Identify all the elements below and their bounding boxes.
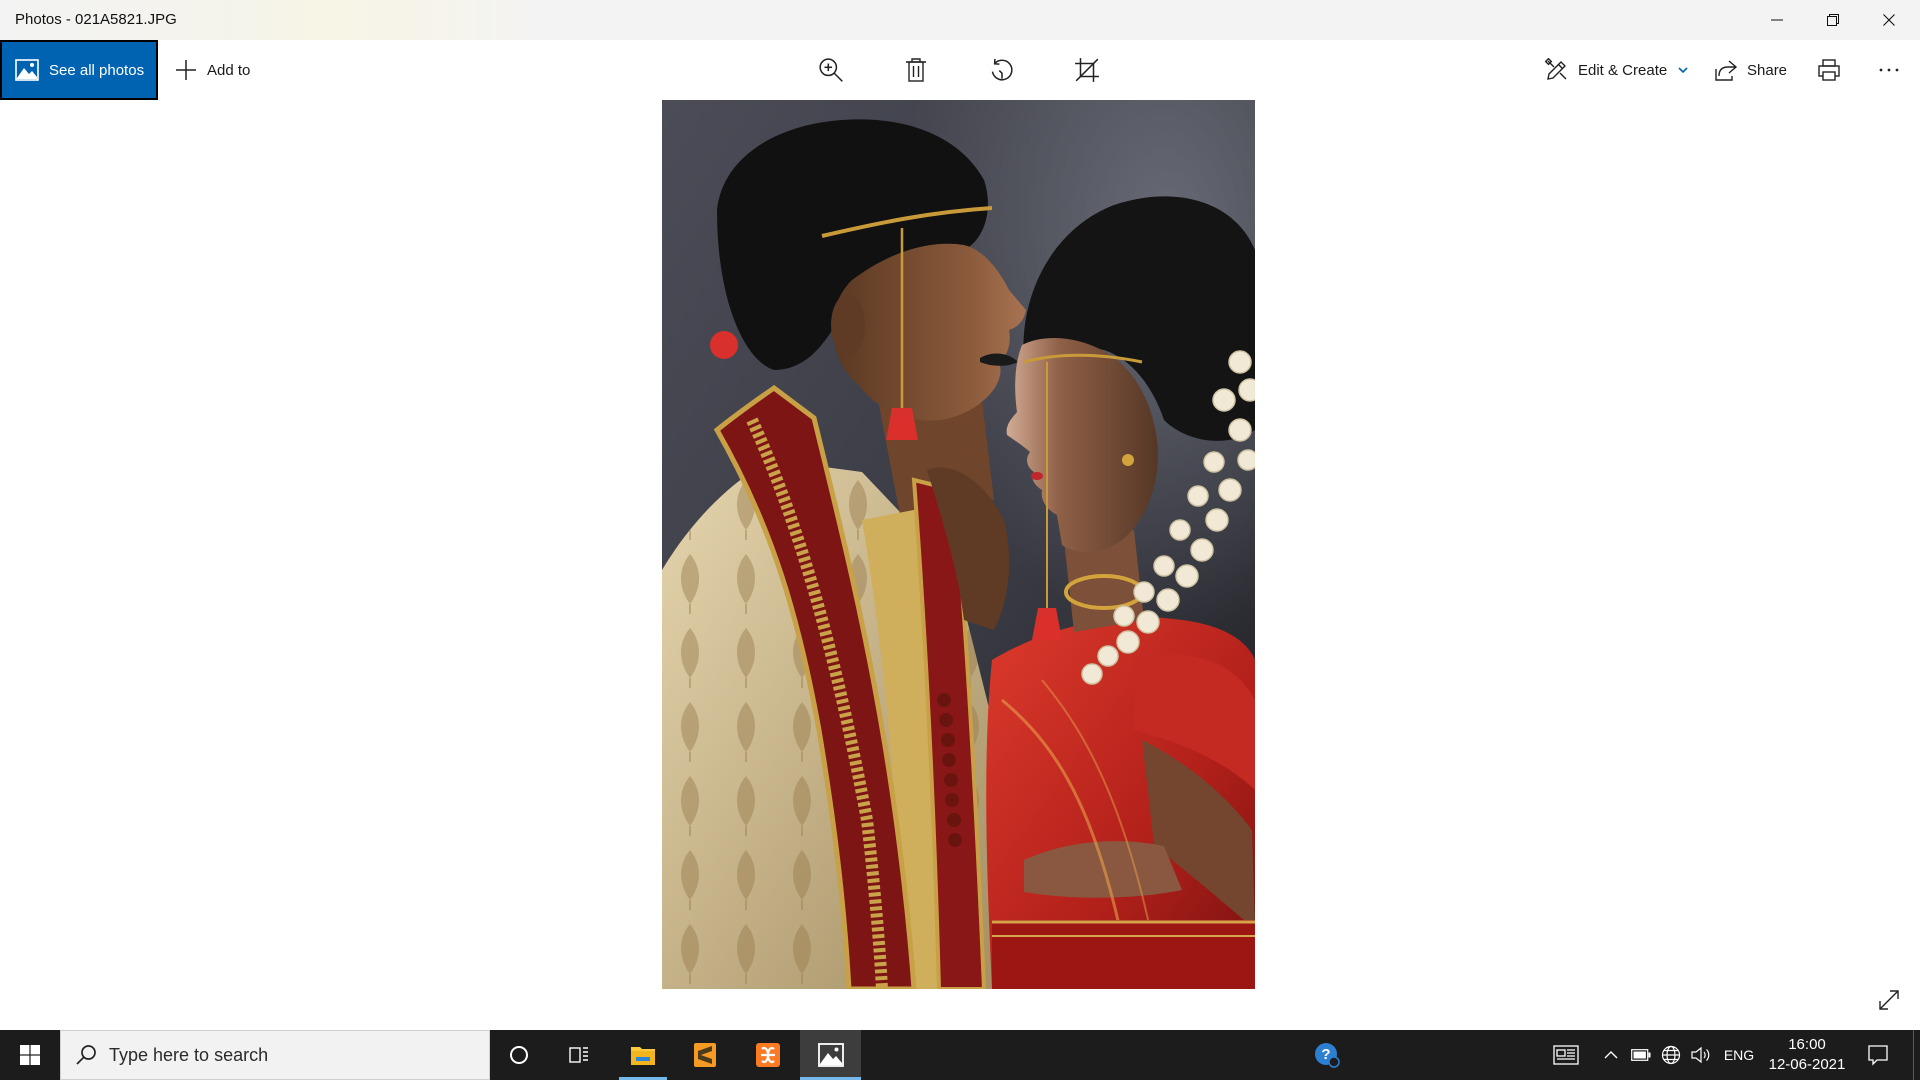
- chevron-up-icon: [1604, 1051, 1618, 1059]
- taskbar-search-box[interactable]: [60, 1030, 490, 1080]
- zoom-in-button[interactable]: [809, 48, 853, 92]
- rotate-icon: [991, 58, 1013, 81]
- share-icon: [1715, 60, 1738, 81]
- notification-icon: [1868, 1045, 1888, 1066]
- clock-time: 16:00: [1788, 1036, 1826, 1053]
- action-center-button[interactable]: [1858, 1030, 1898, 1080]
- taskbar-app-xampp[interactable]: [738, 1030, 798, 1080]
- add-to-label: Add to: [207, 61, 251, 79]
- delete-icon: [906, 58, 926, 82]
- task-view-button[interactable]: [554, 1030, 604, 1080]
- cortana-button[interactable]: [494, 1030, 544, 1080]
- close-icon: [1883, 14, 1895, 26]
- more-options-button[interactable]: [1867, 48, 1911, 92]
- battery-button[interactable]: [1627, 1030, 1655, 1080]
- window-title: Photos - 021A5821.JPG: [15, 11, 177, 28]
- search-input[interactable]: [109, 1044, 469, 1066]
- clock-button[interactable]: 16:00 12-06-2021: [1767, 1030, 1847, 1080]
- crop-button[interactable]: [1065, 48, 1109, 92]
- taskbar-app-file-explorer[interactable]: [613, 1030, 673, 1080]
- help-tray-button[interactable]: ?: [1307, 1030, 1347, 1080]
- sublime-text-icon: [694, 1043, 716, 1067]
- cortana-icon: [510, 1046, 528, 1064]
- network-button[interactable]: [1657, 1030, 1685, 1080]
- news-icon: [1553, 1045, 1579, 1065]
- chevron-down-icon: [1678, 67, 1688, 74]
- taskbar-app-sublime-text[interactable]: [675, 1030, 735, 1080]
- minimize-icon: [1771, 19, 1783, 21]
- more-icon: [1879, 68, 1899, 72]
- zoom-in-icon: [819, 58, 843, 82]
- minimize-button[interactable]: [1749, 0, 1805, 40]
- title-bar[interactable]: Photos - 021A5821.JPG: [0, 0, 1920, 40]
- see-all-photos-label: See all photos: [49, 61, 145, 79]
- clock-date: 12-06-2021: [1768, 1056, 1846, 1073]
- input-language-button[interactable]: ENG: [1719, 1030, 1759, 1080]
- edit-create-label: Edit & Create: [1578, 61, 1668, 79]
- share-label: Share: [1747, 61, 1788, 79]
- edit-create-icon: [1545, 58, 1567, 80]
- input-language-label: ENG: [1723, 1047, 1755, 1063]
- show-hidden-icons-button[interactable]: [1597, 1030, 1625, 1080]
- full-screen-button[interactable]: [1869, 980, 1909, 1020]
- share-button[interactable]: Share: [1714, 48, 1787, 92]
- photos-app-icon: [817, 1043, 844, 1067]
- help-icon: ?: [1315, 1043, 1340, 1068]
- windows-start-icon: [20, 1045, 40, 1065]
- restore-button[interactable]: [1805, 0, 1861, 40]
- command-bar: See all photos Add to Edit & Create Shar…: [0, 40, 1920, 100]
- full-screen-icon: [1879, 990, 1899, 1010]
- wedding-couple-photo[interactable]: [662, 100, 1255, 989]
- news-interests-button[interactable]: [1546, 1030, 1586, 1080]
- delete-button[interactable]: [894, 48, 938, 92]
- print-button[interactable]: [1807, 48, 1851, 92]
- globe-icon: [1661, 1045, 1681, 1065]
- search-icon: [76, 1045, 96, 1065]
- plus-icon: [176, 60, 196, 80]
- taskbar-app-photos[interactable]: [800, 1030, 861, 1080]
- close-button[interactable]: [1861, 0, 1917, 40]
- start-button[interactable]: [0, 1030, 60, 1080]
- photos-app-window: Photos - 021A5821.JPG See all photos Add…: [0, 0, 1920, 1080]
- volume-button[interactable]: [1687, 1030, 1715, 1080]
- taskbar: ? ENG: [0, 1030, 1920, 1080]
- print-icon: [1818, 59, 1840, 81]
- task-view-icon: [569, 1047, 588, 1063]
- show-desktop-button[interactable]: [1913, 1030, 1914, 1080]
- restore-icon: [1827, 14, 1839, 26]
- battery-icon: [1631, 1049, 1651, 1061]
- see-all-photos-button[interactable]: See all photos: [0, 40, 158, 100]
- edit-create-button[interactable]: Edit & Create: [1545, 48, 1689, 92]
- xampp-icon: [756, 1043, 780, 1067]
- photos-icon: [15, 59, 39, 81]
- crop-icon: [1075, 58, 1099, 82]
- add-to-button[interactable]: Add to: [174, 48, 250, 92]
- volume-icon: [1691, 1046, 1710, 1064]
- file-explorer-icon: [631, 1047, 655, 1065]
- rotate-button[interactable]: [980, 48, 1024, 92]
